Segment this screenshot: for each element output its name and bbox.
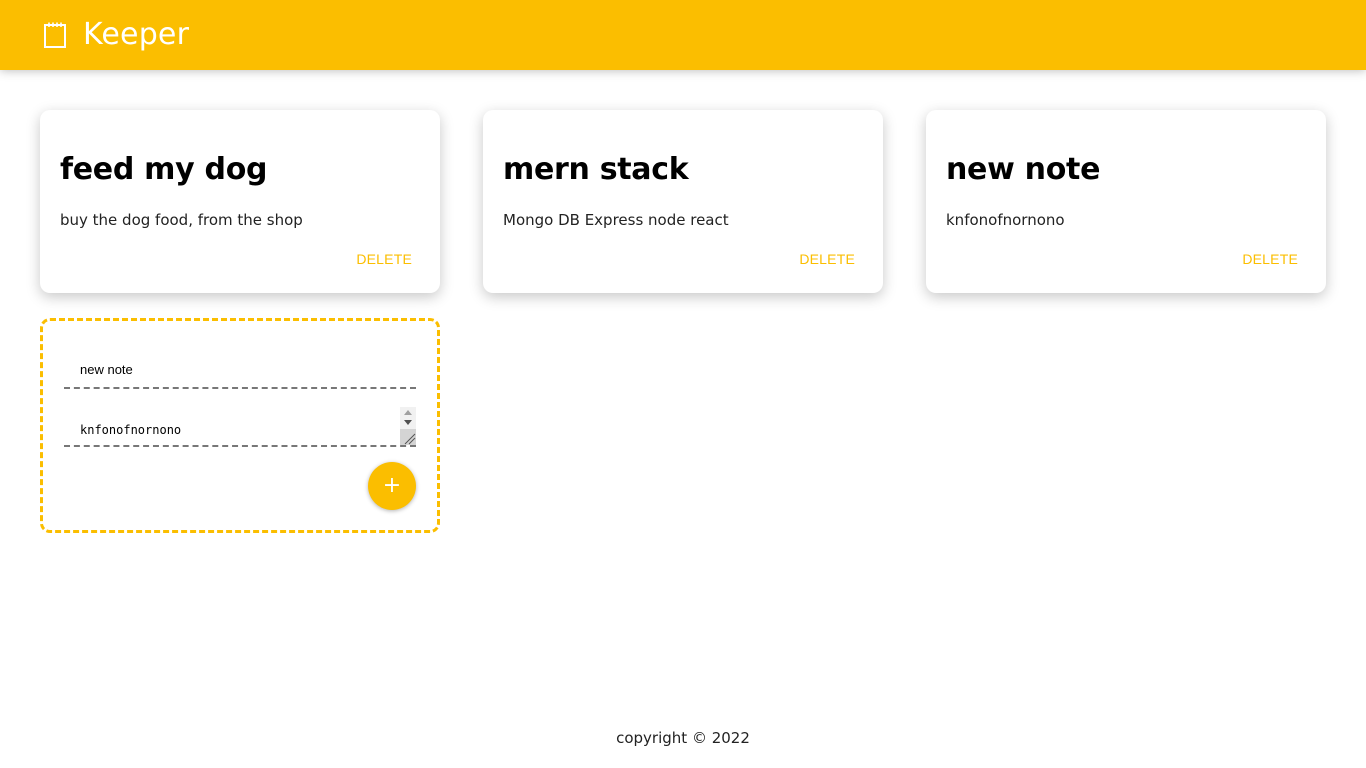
scroll-up-arrow-icon[interactable] bbox=[404, 410, 412, 415]
delete-button[interactable]: DELETE bbox=[1242, 250, 1298, 268]
note-content-textarea[interactable]: knfonofnornono bbox=[64, 405, 416, 447]
note-card: feed my dog buy the dog food, from the s… bbox=[40, 110, 440, 293]
note-card: mern stack Mongo DB Express node react D… bbox=[483, 110, 883, 293]
note-card: new note knfonofnornono DELETE bbox=[926, 110, 1326, 293]
note-content: buy the dog food, from the shop bbox=[60, 211, 303, 229]
note-title: new note bbox=[946, 152, 1101, 187]
resize-grip-icon[interactable] bbox=[400, 429, 416, 445]
note-title-input[interactable] bbox=[64, 351, 416, 389]
delete-button[interactable]: DELETE bbox=[356, 250, 412, 268]
scroll-down-arrow-icon[interactable] bbox=[404, 420, 412, 425]
note-content-value: knfonofnornono bbox=[80, 423, 182, 437]
note-title: mern stack bbox=[503, 152, 689, 187]
delete-button[interactable]: DELETE bbox=[799, 250, 855, 268]
app-header: Keeper bbox=[0, 0, 1366, 70]
notepad-icon bbox=[44, 22, 66, 48]
app-title: Keeper bbox=[83, 17, 190, 52]
note-title: feed my dog bbox=[60, 152, 268, 187]
create-note-form: knfonofnornono + bbox=[40, 318, 440, 533]
add-note-button[interactable]: + bbox=[368, 462, 416, 510]
note-content: knfonofnornono bbox=[946, 211, 1065, 229]
textarea-scrollbar[interactable] bbox=[400, 407, 416, 445]
footer-copyright: copyright © 2022 bbox=[616, 729, 750, 747]
note-content: Mongo DB Express node react bbox=[503, 211, 729, 229]
